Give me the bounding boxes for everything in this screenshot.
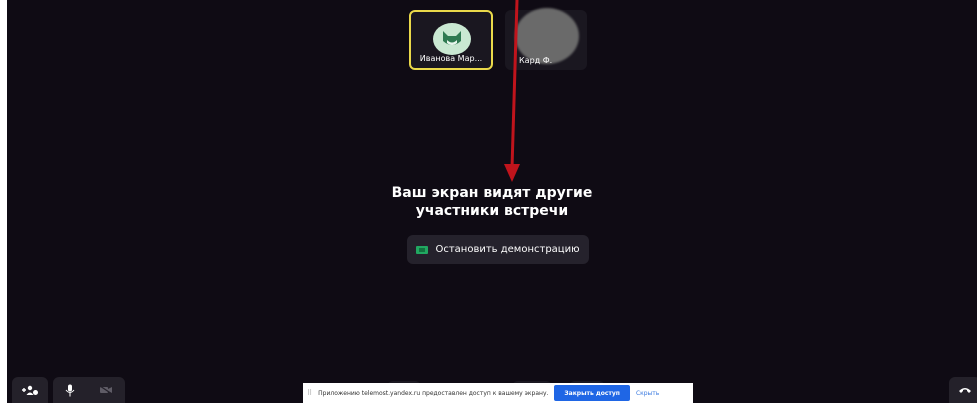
stop-demonstration-label: Остановить демонстрацию — [435, 244, 580, 255]
hangup-control — [949, 377, 977, 403]
message-line-2: участники встречи — [415, 203, 569, 219]
message-line-1: Ваш экран видят другие — [391, 185, 593, 201]
fox-avatar-icon — [433, 23, 471, 55]
meeting-window: Иванова Мар... Кард Ф. Ваш экран видят д… — [7, 0, 977, 403]
add-person-icon[interactable] — [21, 384, 39, 396]
screen-access-notification: ⠿ Приложению telemost.yandex.ru предоста… — [303, 383, 693, 403]
participant-name: Кард Ф. — [519, 56, 553, 65]
camera-off-icon[interactable] — [99, 385, 113, 395]
microphone-icon[interactable] — [65, 384, 75, 397]
stop-demonstration-button[interactable]: Остановить демонстрацию — [407, 235, 589, 264]
screen-share-message: Ваш экран видят другие участники встречи — [7, 184, 977, 220]
participant-name: Иванова Мар... — [419, 54, 483, 63]
notification-text: Приложению telemost.yandex.ru предоставл… — [318, 389, 549, 397]
hang-up-icon[interactable] — [958, 386, 972, 394]
participant-tile-active[interactable]: Иванова Мар... — [409, 10, 493, 70]
screen-share-icon — [416, 245, 429, 254]
add-participant-control — [12, 377, 48, 403]
hide-link[interactable]: Скрыть — [636, 390, 659, 397]
drag-handle-icon[interactable]: ⠿ — [307, 389, 312, 397]
media-controls — [53, 377, 125, 403]
close-access-button[interactable]: Закрыть доступ — [554, 385, 630, 401]
participant-tile[interactable]: Кард Ф. — [505, 8, 587, 70]
